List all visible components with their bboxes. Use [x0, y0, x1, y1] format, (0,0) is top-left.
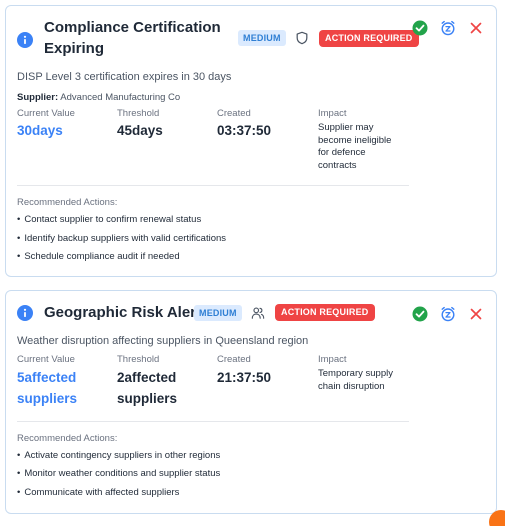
threshold-value-line: 2affected: [117, 370, 177, 385]
recommended-item: Communicate with affected suppliers: [17, 487, 179, 498]
impact-label: Impact: [318, 108, 347, 119]
close-icon[interactable]: [468, 306, 484, 322]
supplier-name: Advanced Manufacturing Co: [60, 92, 181, 103]
check-circle-icon[interactable]: [412, 306, 428, 322]
alert-title: Compliance Certification Expiring: [44, 19, 221, 57]
recommended-title: Recommended Actions:: [17, 197, 118, 208]
status-badge: ACTION REQUIRED: [319, 30, 419, 47]
threshold-label: Threshold: [117, 354, 160, 365]
impact-line: for defence: [318, 147, 366, 158]
supplier-label: Supplier:: [17, 92, 59, 103]
created-value: 03:37:50: [217, 123, 272, 138]
current-value-label: Current Value: [17, 354, 75, 365]
threshold-value: 2affected suppliers: [117, 367, 177, 409]
current-value-line: 5affected: [17, 370, 77, 385]
check-circle-icon[interactable]: [412, 20, 428, 36]
impact-line: become ineligible: [318, 134, 392, 146]
alarm-clock-icon[interactable]: [440, 306, 456, 322]
impact-line: Supplier may: [318, 122, 374, 133]
alert-description: DISP Level 3 certification expires in 30…: [17, 71, 232, 83]
current-value: 30days: [17, 123, 63, 138]
created-label: Created: [217, 354, 251, 365]
divider: [17, 421, 409, 422]
recommended-item: Schedule compliance audit if needed: [17, 251, 179, 262]
divider: [17, 185, 409, 186]
impact-label: Impact: [318, 354, 347, 365]
threshold-value: 45days: [117, 123, 163, 138]
impact-text: Supplier may become ineligible for defen…: [318, 122, 391, 172]
recommended-item: Contact supplier to confirm renewal stat…: [17, 214, 201, 225]
info-icon: [17, 32, 33, 48]
recommended-item: Identify backup suppliers with valid cer…: [17, 233, 226, 244]
alert-description: Weather disruption affecting suppliers i…: [17, 335, 309, 347]
current-value-label: Current Value: [17, 108, 75, 119]
recommended-item: Monitor weather conditions and supplier …: [17, 468, 220, 479]
created-value: 21:37:50: [217, 370, 272, 385]
impact-line: contracts: [318, 159, 357, 171]
info-icon: [17, 305, 33, 321]
recommended-item: Activate contingency suppliers in other …: [17, 450, 220, 461]
close-icon[interactable]: [468, 20, 484, 36]
severity-badge: MEDIUM: [238, 30, 286, 46]
recommended-title: Recommended Actions:: [17, 433, 118, 444]
current-value-line: suppliers: [17, 391, 78, 406]
current-value: 5affected suppliers: [17, 367, 77, 409]
alert-card: Geographic Risk Alert MEDIUM ACTION REQU…: [5, 290, 497, 514]
supplier-line: Supplier: Advanced Manufacturing Co: [17, 92, 180, 103]
impact-line: chain disruption: [318, 380, 385, 392]
severity-badge: MEDIUM: [194, 305, 242, 321]
shield-icon: [296, 31, 308, 45]
impact-line: Temporary supply: [318, 368, 393, 379]
threshold-value-line: suppliers: [117, 391, 178, 406]
users-icon: [251, 307, 265, 319]
threshold-label: Threshold: [117, 108, 160, 119]
status-badge: ACTION REQUIRED: [275, 304, 375, 321]
created-label: Created: [217, 108, 251, 119]
alert-title: Geographic Risk Alert: [44, 304, 201, 321]
alert-card: Compliance Certification Expiring MEDIUM…: [5, 5, 497, 277]
impact-text: Temporary supply chain disruption: [318, 368, 393, 393]
alarm-clock-icon[interactable]: [440, 20, 456, 36]
